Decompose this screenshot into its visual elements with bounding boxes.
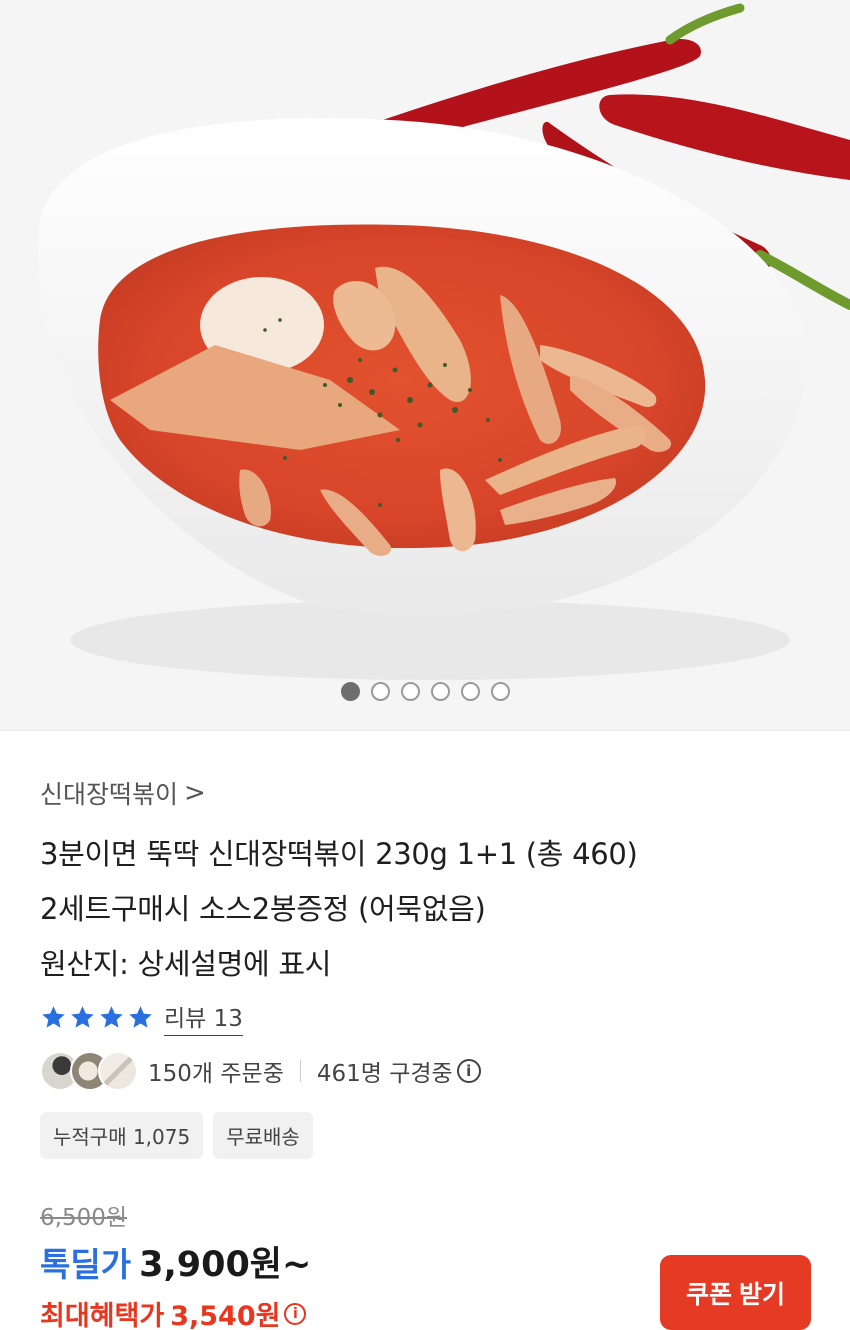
tag-free-shipping: 무료배송 bbox=[213, 1112, 313, 1159]
max-benefit-label: 최대혜택가 bbox=[40, 1301, 165, 1330]
star-icon bbox=[100, 1006, 123, 1028]
orders-count: 150개 주문중 bbox=[148, 1061, 284, 1087]
gallery-dot-4[interactable] bbox=[430, 682, 450, 701]
gallery-dot-2[interactable] bbox=[370, 682, 390, 701]
star-icon bbox=[71, 1006, 94, 1028]
gallery-pagination bbox=[0, 682, 850, 704]
product-title: 3분이면 뚝딱 신대장떡볶이 230g 1+1 (총 460) 2세트구매시 소… bbox=[40, 827, 800, 992]
chevron-right-icon: > bbox=[184, 778, 206, 808]
deal-price-row: 톡딜가 3,900원~ bbox=[40, 1236, 311, 1287]
max-benefit-row: 최대혜택가 3,540원 i bbox=[40, 1294, 307, 1330]
tag-cumulative-purchases: 누적구매 1,075 bbox=[40, 1112, 204, 1159]
star-icon bbox=[42, 1006, 65, 1028]
social-proof-row: 150개 주문중 461명 구경중 i bbox=[40, 1051, 481, 1091]
brand-name: 신대장떡볶이 bbox=[40, 780, 179, 809]
info-icon[interactable]: i bbox=[456, 1059, 481, 1083]
divider bbox=[299, 1060, 301, 1082]
section-divider bbox=[0, 730, 850, 731]
deal-price: 3,900원~ bbox=[139, 1245, 312, 1285]
original-price: 6,500원 bbox=[40, 1205, 128, 1231]
title-line: 3분이면 뚝딱 신대장떡볶이 230g 1+1 (총 460) bbox=[40, 837, 638, 871]
brand-link[interactable]: 신대장떡볶이 > bbox=[40, 775, 206, 811]
tag-list: 누적구매 1,075 무료배송 bbox=[40, 1112, 313, 1159]
info-icon[interactable]: i bbox=[284, 1302, 307, 1325]
rating-row: 리뷰 13 bbox=[40, 999, 243, 1036]
deal-label: 톡딜가 bbox=[40, 1245, 132, 1284]
title-line: 2세트구매시 소스2봉증정 (어묵없음) bbox=[40, 892, 486, 926]
gallery-dot-5[interactable] bbox=[460, 682, 480, 701]
product-image bbox=[0, 0, 850, 730]
gallery-dot-6[interactable] bbox=[490, 682, 510, 701]
avatar bbox=[98, 1051, 138, 1091]
rating-stars bbox=[40, 1004, 154, 1031]
gallery-dot-3[interactable] bbox=[400, 682, 420, 701]
title-line: 원산지: 상세설명에 표시 bbox=[40, 947, 332, 981]
viewers-count: 461명 구경중 bbox=[316, 1061, 453, 1087]
max-benefit-price: 3,540원 bbox=[170, 1301, 281, 1330]
product-image-gallery[interactable] bbox=[0, 0, 850, 730]
avatar-group bbox=[40, 1051, 140, 1091]
get-coupon-button[interactable]: 쿠폰 받기 bbox=[660, 1255, 811, 1330]
gallery-dot-1[interactable] bbox=[340, 682, 360, 701]
review-link[interactable]: 리뷰 13 bbox=[164, 999, 243, 1036]
star-icon bbox=[129, 1006, 152, 1028]
